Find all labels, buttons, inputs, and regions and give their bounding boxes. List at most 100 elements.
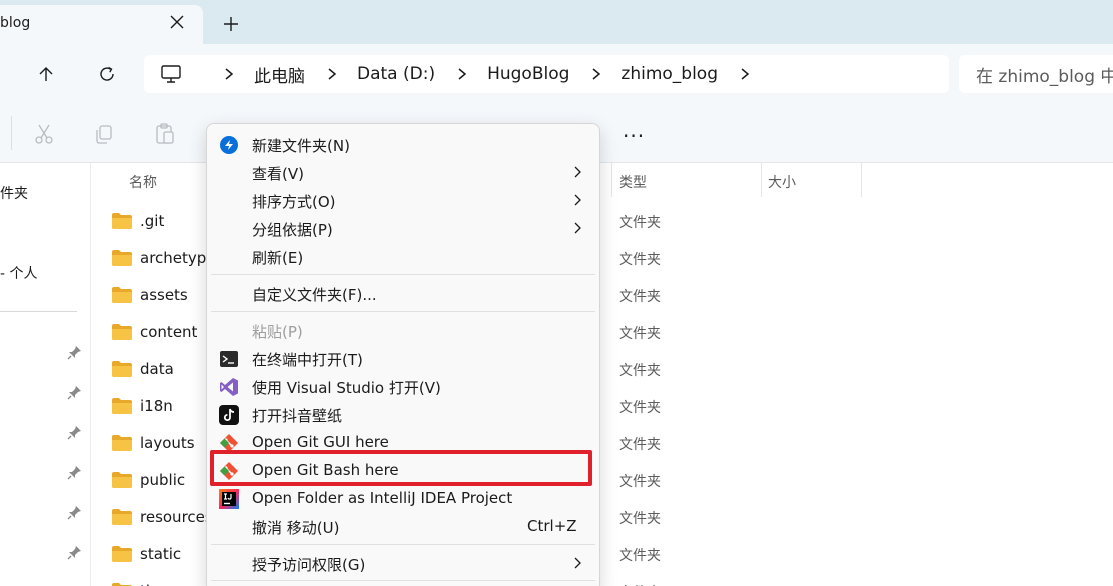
copy-icon[interactable] (92, 122, 116, 146)
tab-title: blog (0, 15, 31, 31)
search-placeholder: 在 zhimo_blog 中 (976, 66, 1113, 87)
column-divider[interactable] (861, 163, 862, 197)
table-row[interactable]: data (112, 357, 212, 381)
nav-pane-border (90, 163, 91, 586)
new-folder-icon (219, 135, 239, 155)
column-header-type[interactable]: 类型 (619, 172, 647, 192)
paste-icon[interactable] (153, 122, 177, 146)
pin-icon (67, 344, 83, 360)
menu-item-label: 分组依据(P) (252, 221, 333, 239)
menu-item-label: Open Git GUI here (252, 433, 389, 451)
tiktok-icon (219, 405, 239, 425)
file-type: 文件夹 (619, 215, 661, 231)
folder-icon (112, 361, 132, 377)
chevron-right-icon[interactable] (327, 67, 339, 81)
file-name: public (140, 471, 186, 489)
column-header-name[interactable]: 名称 (129, 172, 157, 192)
column-divider[interactable] (761, 163, 762, 197)
table-row[interactable]: themes (112, 579, 212, 586)
chevron-right-icon[interactable] (591, 67, 603, 81)
menu-item-open-intellij-project[interactable]: Open Folder as IntelliJ IDEA Project (207, 484, 599, 512)
intellij-icon (219, 489, 239, 509)
table-row[interactable]: archetypes (112, 246, 223, 270)
table-row[interactable]: static (112, 542, 212, 566)
menu-item-open-git-gui[interactable]: Open Git GUI here (207, 428, 599, 456)
table-row[interactable]: assets (112, 283, 212, 307)
menu-item-label: 撤消 移动(U) (252, 519, 340, 537)
folder-icon (112, 509, 132, 525)
cut-icon[interactable] (32, 122, 56, 146)
pin-icon (67, 424, 83, 440)
table-row[interactable]: content (112, 320, 212, 344)
file-type: 文件夹 (619, 326, 661, 342)
breadcrumb-hugoblog[interactable]: HugoBlog (487, 64, 569, 84)
search-input[interactable]: 在 zhimo_blog 中 (959, 55, 1113, 93)
breadcrumb-zhimo-blog[interactable]: zhimo_blog (621, 64, 718, 84)
menu-item-paste: 粘贴(P) (207, 316, 599, 344)
file-type: 文件夹 (619, 437, 661, 453)
chevron-right-icon (573, 222, 583, 234)
menu-separator (211, 544, 595, 545)
menu-item-customize-folder[interactable]: 自定义文件夹(F)... (207, 279, 599, 307)
column-divider[interactable] (611, 163, 612, 197)
breadcrumb-data-drive[interactable]: Data (D:) (357, 64, 435, 84)
navigation-bar: 此电脑 Data (D:) HugoBlog zhimo_blog 在 zhim… (0, 44, 1113, 104)
menu-item-label: 在终端中打开(T) (252, 351, 363, 369)
column-header-size[interactable]: 大小 (768, 172, 796, 192)
tab-zhimo-blog[interactable]: blog (0, 5, 203, 44)
menu-item-open-git-bash[interactable]: Open Git Bash here (207, 456, 599, 484)
up-arrow-icon[interactable] (32, 60, 60, 88)
table-row[interactable]: .git (112, 209, 212, 233)
pin-icon (67, 504, 83, 520)
table-row[interactable]: i18n (112, 394, 212, 418)
menu-item-new-folder[interactable]: 新建文件夹(N) (207, 130, 599, 158)
chevron-right-icon (573, 166, 583, 178)
file-name: i18n (140, 397, 173, 415)
table-row[interactable]: public (112, 468, 212, 492)
chevron-right-icon[interactable] (224, 67, 236, 81)
folder-icon (112, 213, 132, 229)
file-type: 文件夹 (619, 252, 661, 268)
menu-item-give-access[interactable]: 授予访问权限(G) (207, 549, 599, 577)
pin-icon (67, 544, 83, 560)
menu-item-label: 授予访问权限(G) (252, 556, 366, 574)
file-type: 文件夹 (619, 400, 661, 416)
toolbar-divider (11, 116, 12, 150)
computer-icon[interactable] (160, 63, 182, 85)
more-options-icon[interactable]: ... (623, 118, 649, 144)
chevron-right-icon[interactable] (740, 67, 752, 81)
menu-item-sort-by[interactable]: 排序方式(O) (207, 186, 599, 214)
file-name: assets (140, 286, 188, 304)
folder-icon (112, 472, 132, 488)
close-icon[interactable] (166, 11, 188, 33)
file-type: 文件夹 (619, 474, 661, 490)
menu-item-open-with-visual-studio[interactable]: 使用 Visual Studio 打开(V) (207, 372, 599, 400)
menu-item-group-by[interactable]: 分组依据(P) (207, 214, 599, 242)
menu-item-shortcut: Ctrl+Z (527, 517, 577, 535)
file-name: static (140, 545, 182, 563)
breadcrumb-this-pc[interactable]: 此电脑 (254, 62, 305, 87)
menu-item-open-in-terminal[interactable]: 在终端中打开(T) (207, 344, 599, 372)
file-name: .git (140, 212, 165, 230)
menu-item-undo-move[interactable]: 撤消 移动(U) Ctrl+Z (207, 512, 599, 540)
terminal-icon (219, 349, 239, 369)
folder-icon (112, 250, 132, 266)
folder-icon (112, 546, 132, 562)
address-bar[interactable]: 此电脑 Data (D:) HugoBlog zhimo_blog (144, 55, 949, 93)
nav-pane-item[interactable]: 件夹 (0, 183, 28, 203)
file-name: data (140, 360, 174, 378)
plus-icon[interactable] (220, 13, 242, 35)
git-icon (219, 461, 239, 481)
menu-item-view[interactable]: 查看(V) (207, 158, 599, 186)
menu-item-refresh[interactable]: 刷新(E) (207, 242, 599, 270)
file-type: 文件夹 (619, 582, 661, 586)
nav-pane-item[interactable]: - 个人 (0, 263, 38, 283)
file-type: 文件夹 (619, 289, 661, 305)
table-row[interactable]: resources (112, 505, 213, 529)
menu-item-tiktok-wallpaper[interactable]: 打开抖音壁纸 (207, 400, 599, 428)
menu-separator (211, 580, 595, 581)
chevron-right-icon[interactable] (457, 67, 469, 81)
table-row[interactable]: layouts (112, 431, 212, 455)
refresh-icon[interactable] (93, 60, 121, 88)
tab-strip: blog (0, 0, 1113, 44)
